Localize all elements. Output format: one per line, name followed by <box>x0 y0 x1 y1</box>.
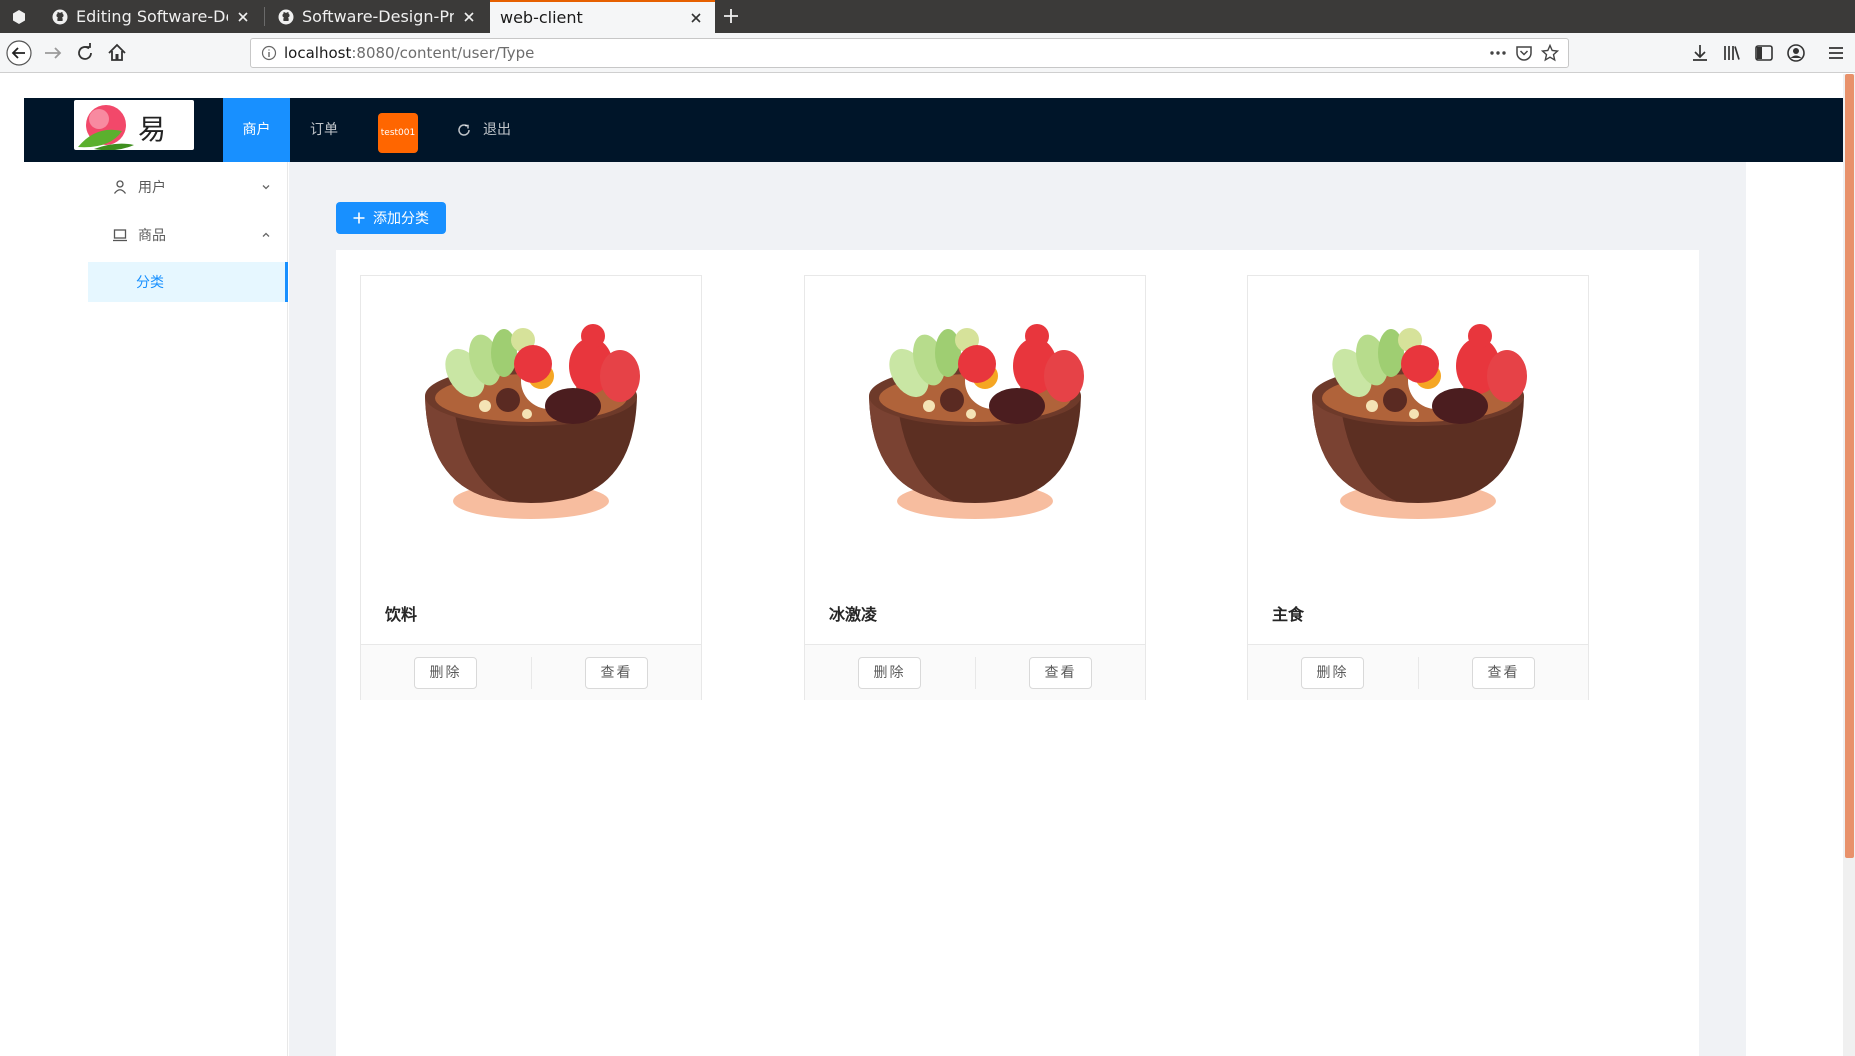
tab-title: Software-Design-Project <box>302 7 454 26</box>
delete-button[interactable]: 删除 <box>1301 657 1364 689</box>
github-icon <box>278 9 294 24</box>
category-card: 饮料 删除 查看 <box>360 275 702 700</box>
home-icon[interactable] <box>106 42 128 64</box>
add-category-label: 添加分类 <box>373 211 429 227</box>
delete-button[interactable]: 删除 <box>858 657 921 689</box>
plus-icon <box>353 212 365 224</box>
browser-tab-web-client[interactable]: web-client <box>490 0 715 33</box>
forward-icon[interactable] <box>42 42 64 64</box>
browser-tab-project[interactable]: Software-Design-Project <box>266 0 488 33</box>
view-button[interactable]: 查看 <box>1472 657 1535 689</box>
bookmark-star-icon[interactable] <box>1541 44 1559 62</box>
close-tab-icon[interactable] <box>234 8 252 26</box>
user-badge[interactable]: test001 <box>378 113 418 153</box>
add-category-button[interactable]: 添加分类 <box>336 202 446 234</box>
sidebar: 用户 商品 分类 <box>24 162 288 1056</box>
download-icon[interactable] <box>1690 43 1710 63</box>
header-menu-orders[interactable]: 订单 <box>310 98 338 162</box>
chevron-up-icon <box>262 232 270 237</box>
view-button[interactable]: 查看 <box>1029 657 1092 689</box>
card-actions: 删除 查看 <box>1248 644 1588 700</box>
back-icon[interactable] <box>6 40 32 66</box>
peach-logo-icon <box>78 105 134 150</box>
food-bowl-image <box>805 276 1145 566</box>
laptop-icon <box>113 229 127 242</box>
page-actions-icon[interactable] <box>1489 44 1507 62</box>
chevron-down-icon <box>262 185 270 190</box>
library-icon[interactable] <box>1722 43 1742 63</box>
app-header: 易餐 商户 订单 test001 退出 <box>24 98 1843 162</box>
logout-icon[interactable] <box>456 122 472 138</box>
sidebar-item-goods[interactable]: 商品 <box>88 215 288 255</box>
header-menu-merchant[interactable]: 商户 <box>223 98 290 162</box>
category-title: 冰激凌 <box>829 605 878 624</box>
tab-title: web-client <box>500 8 583 27</box>
browser-tab-editing[interactable]: Editing Software-Design-Project <box>40 0 262 33</box>
url-path: :8080/content/user/Type <box>351 44 535 62</box>
food-bowl-image <box>1248 276 1588 566</box>
reload-icon[interactable] <box>74 42 96 64</box>
close-tab-icon[interactable] <box>460 8 478 26</box>
url-host: localhost <box>284 44 352 62</box>
sidebar-toggle-icon[interactable] <box>1754 43 1774 63</box>
close-tab-icon[interactable] <box>687 9 705 27</box>
category-card: 主食 删除 查看 <box>1247 275 1589 700</box>
user-icon <box>113 180 127 194</box>
browser-nav-bar: localhost:8080/content/user/Type <box>0 33 1855 73</box>
sidebar-item-user[interactable]: 用户 <box>88 167 288 207</box>
header-menu-logout[interactable]: 退出 <box>483 98 511 162</box>
url-bar[interactable]: localhost:8080/content/user/Type <box>250 38 1569 68</box>
logo-text: 易餐 <box>138 113 168 146</box>
category-card: 冰激凌 删除 查看 <box>804 275 1146 700</box>
category-title: 饮料 <box>385 605 418 624</box>
sidebar-item-label: 分类 <box>136 275 164 291</box>
app-logo[interactable]: 易餐 <box>74 100 194 150</box>
card-actions: 删除 查看 <box>361 644 701 700</box>
account-icon[interactable] <box>1786 43 1806 63</box>
hamburger-menu-icon[interactable] <box>1826 43 1846 63</box>
card-actions: 删除 查看 <box>805 644 1145 700</box>
pocket-icon[interactable] <box>1515 44 1533 62</box>
view-button[interactable]: 查看 <box>585 657 648 689</box>
browser-tab-bar: Editing Software-Design-Project Software… <box>0 0 1855 33</box>
sidebar-item-category[interactable]: 分类 <box>88 262 288 302</box>
site-info-icon[interactable] <box>261 45 277 61</box>
delete-button[interactable]: 删除 <box>414 657 477 689</box>
category-title: 主食 <box>1272 605 1305 624</box>
url-text[interactable]: localhost:8080/content/user/Type <box>284 44 534 62</box>
new-tab-icon[interactable] <box>722 7 740 25</box>
food-bowl-image <box>361 276 701 566</box>
tab-title: Editing Software-Design-Project <box>76 7 228 26</box>
scrollbar-thumb[interactable] <box>1845 74 1854 858</box>
sidebar-item-label: 用户 <box>138 180 166 196</box>
sidebar-item-label: 商品 <box>138 228 166 244</box>
github-icon <box>52 9 68 24</box>
firefox-menu-icon[interactable] <box>11 9 27 25</box>
